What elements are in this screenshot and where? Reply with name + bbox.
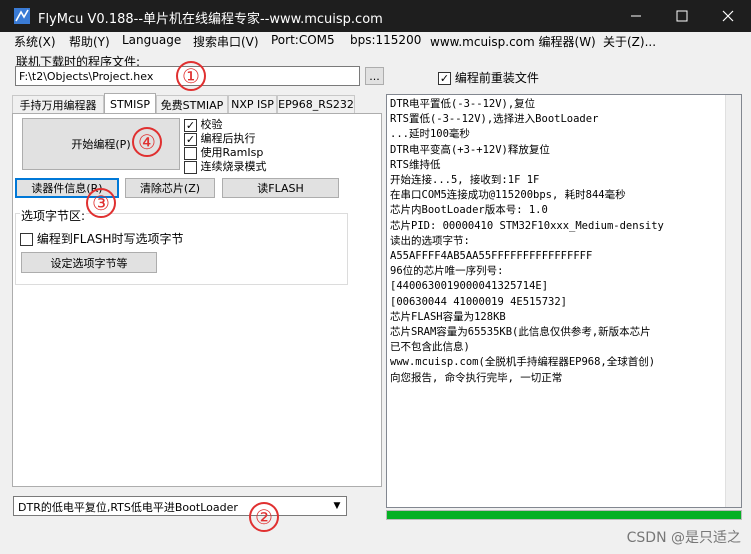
menu-system[interactable]: 系统(X) <box>14 33 56 50</box>
verify-label: 校验 <box>200 118 223 131</box>
annotation-2: ② <box>249 502 279 532</box>
log-output[interactable]: DTR电平置低(-3--12V),复位 RTS置低(-3--12V),选择进入Bo… <box>386 94 742 508</box>
write-option-bytes-label: 编程到FLASH时写选项字节 <box>36 232 184 246</box>
annotation-1: ① <box>176 61 206 91</box>
ramisp-option[interactable]: 使用RamIsp <box>184 146 267 160</box>
log-line: 芯片PID: 00000410 STM32F10xxx_Medium-densi… <box>390 219 664 232</box>
watermark: CSDN @是只适之 <box>626 530 741 546</box>
run-after-checkbox[interactable]: ✓ <box>184 132 197 146</box>
log-line: 向您报告, 命令执行完毕, 一切正常 <box>390 371 563 384</box>
ramisp-checkbox[interactable] <box>184 146 197 160</box>
reload-checkbox[interactable]: ✓ <box>438 72 451 85</box>
write-option-bytes-checkbox[interactable] <box>20 233 33 246</box>
log-line: 在串口COM5连接成功@115200bps, 耗时844毫秒 <box>390 189 626 202</box>
set-option-bytes-button[interactable]: 设定选项字节等 <box>21 252 157 273</box>
annotation-4: ④ <box>132 127 162 157</box>
run-after-option[interactable]: ✓ 编程后执行 <box>184 132 267 146</box>
menu-bps[interactable]: bps:115200 <box>350 33 421 47</box>
menu-port[interactable]: Port:COM5 <box>271 33 335 47</box>
log-line: DTR电平变高(+3-+12V)释放复位 <box>390 143 550 156</box>
tab-stmisp[interactable]: STMISP <box>104 93 156 114</box>
menu-search-port[interactable]: 搜索串口(V) <box>193 33 259 50</box>
continuous-checkbox[interactable] <box>184 160 197 174</box>
log-line: 芯片内BootLoader版本号: 1.0 <box>390 204 548 217</box>
reload-option[interactable]: ✓ 编程前重装文件 <box>438 69 539 86</box>
progress-bar <box>386 510 742 520</box>
annotation-3: ③ <box>86 188 116 218</box>
log-line: 已不包含此信息) <box>390 341 470 354</box>
log-line: 96位的芯片唯一序列号: <box>390 265 504 278</box>
menu-help[interactable]: 帮助(Y) <box>69 33 110 50</box>
menu-language[interactable]: Language <box>122 33 181 47</box>
tab-nxp-isp[interactable]: NXP ISP <box>228 95 277 113</box>
app-icon <box>14 8 30 24</box>
log-scrollbar[interactable] <box>725 95 741 507</box>
reset-mode-value: DTR的低电平复位,RTS低电平进BootLoader <box>18 501 238 514</box>
chevron-down-icon[interactable]: ▼ <box>328 497 346 515</box>
log-line: 读出的选项字节: <box>390 234 470 247</box>
close-icon[interactable] <box>705 0 751 32</box>
log-lines: DTR电平置低(-3--12V),复位 RTS置低(-3--12V),选择进入Bo… <box>387 95 741 386</box>
option-bytes-title: 选项字节区: <box>20 207 87 224</box>
browse-button[interactable]: ... <box>365 67 384 85</box>
continuous-option[interactable]: 连续烧录模式 <box>184 160 267 174</box>
title-bar: FlyMcu V0.188--单片机在线编程专家--www.mcuisp.com <box>0 0 751 32</box>
tab-ep968[interactable]: EP968_RS232 <box>277 95 355 113</box>
reset-mode-select[interactable]: DTR的低电平复位,RTS低电平进BootLoader ▼ <box>13 496 347 516</box>
reload-label: 编程前重装文件 <box>454 71 539 85</box>
log-line: RTS置低(-3--12V),选择进入BootLoader <box>390 113 599 126</box>
log-line: DTR电平置低(-3--12V),复位 <box>390 98 536 110</box>
menu-programmer[interactable]: www.mcuisp.com 编程器(W) <box>430 33 596 50</box>
log-line: RTS维持低 <box>390 158 441 171</box>
verify-option[interactable]: ✓ 校验 <box>184 118 267 132</box>
log-line: [00630044 41000019 4E515732] <box>390 295 568 308</box>
program-options: ✓ 校验 ✓ 编程后执行 使用RamIsp 连续烧录模式 <box>184 118 267 174</box>
write-option-bytes-option[interactable]: 编程到FLASH时写选项字节 <box>20 230 184 247</box>
run-after-label: 编程后执行 <box>200 132 256 145</box>
maximize-icon[interactable] <box>659 0 705 32</box>
log-line: 芯片SRAM容量为65535KB(此信息仅供参考,新版本芯片 <box>390 326 651 339</box>
ramisp-label: 使用RamIsp <box>200 146 264 159</box>
verify-checkbox[interactable]: ✓ <box>184 118 197 132</box>
log-line: [4400630019000041325714E] <box>390 280 549 293</box>
minimize-icon[interactable] <box>613 0 659 32</box>
menu-bar: 系统(X) 帮助(Y) Language 搜索串口(V) Port:COM5 b… <box>0 32 751 50</box>
continuous-label: 连续烧录模式 <box>200 160 267 173</box>
read-flash-button[interactable]: 读FLASH <box>222 178 339 198</box>
erase-chip-button[interactable]: 清除芯片(Z) <box>125 178 215 198</box>
log-line: www.mcuisp.com(全脱机手持编程器EP968,全球首创) <box>390 356 656 369</box>
log-line: A55AFFFF4AB5AA55FFFFFFFFFFFFFFFF <box>390 250 593 263</box>
tab-handheld[interactable]: 手持万用编程器 <box>12 95 104 113</box>
log-line: ...延时100毫秒 <box>390 128 470 141</box>
window-title: FlyMcu V0.188--单片机在线编程专家--www.mcuisp.com <box>38 12 383 27</box>
log-line: 开始连接...5, 接收到:1F 1F <box>390 174 540 187</box>
tab-stmiap[interactable]: 免费STMIAP <box>156 95 228 113</box>
menu-about[interactable]: 关于(Z)... <box>603 33 656 50</box>
log-line: 芯片FLASH容量为128KB <box>390 310 506 323</box>
